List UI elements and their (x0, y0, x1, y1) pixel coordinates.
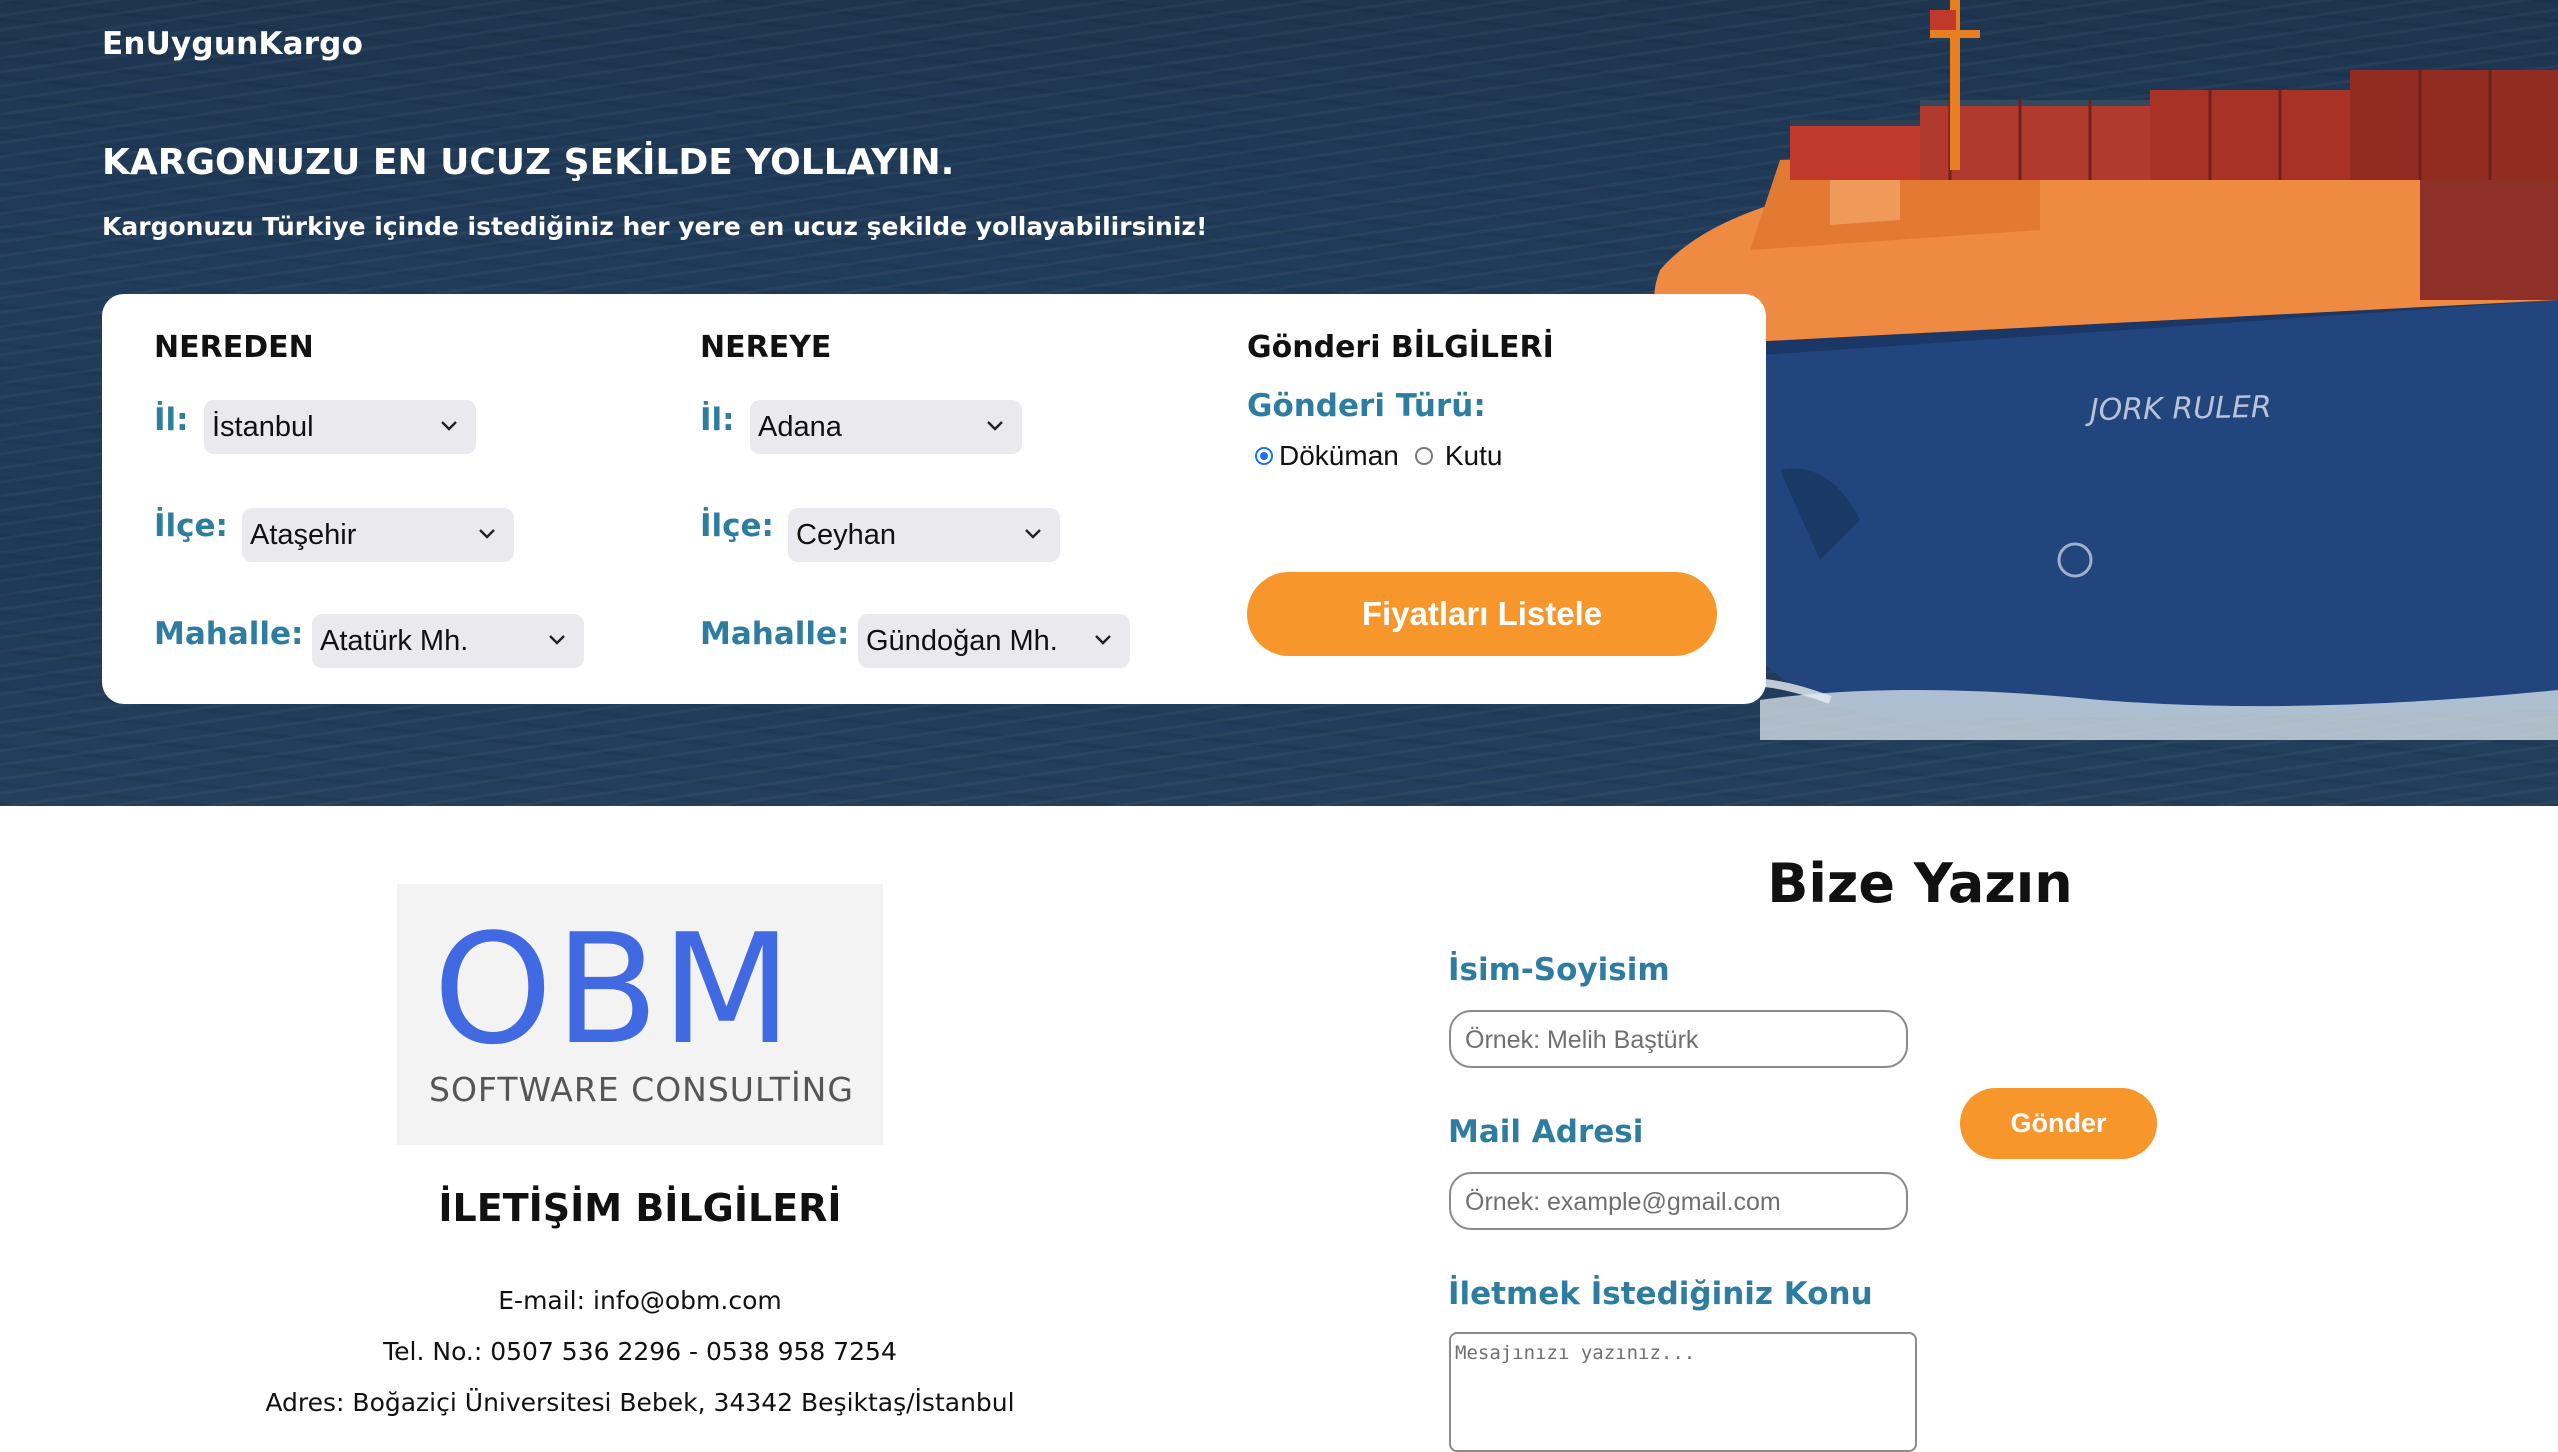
contact-title: İLETİŞİM BİLGİLERİ (438, 1186, 842, 1230)
contact-phone: Tel. No.: 0507 536 2296 - 0538 958 7254 (383, 1337, 897, 1366)
shipment-section: Gönderi BİLGİLERİ Gönderi Türü: Döküman … (1247, 294, 1727, 704)
logo-sub-text: SOFTWARE CONSULTİNG (429, 1070, 854, 1109)
logo-main-text: OBM (433, 901, 795, 1078)
from-mahalle-value: Atatürk Mh. (320, 625, 469, 657)
from-ilce-label: İlçe: (154, 508, 228, 544)
from-il-value: İstanbul (212, 411, 314, 443)
shipment-type-options: Döküman Kutu (1255, 440, 1502, 472)
send-button[interactable]: Gönder (1960, 1088, 2157, 1159)
from-il-label: İl: (154, 402, 189, 438)
chevron-down-icon (441, 421, 457, 431)
brand-logo[interactable]: EnUygunKargo (102, 26, 363, 62)
name-label: İsim-Soyisim (1448, 952, 1670, 988)
from-il-select[interactable]: İstanbul (204, 400, 476, 454)
to-ilce-select[interactable]: Ceyhan (788, 508, 1060, 562)
radio-kutu-label[interactable]: Kutu (1445, 440, 1503, 472)
chevron-down-icon (479, 529, 495, 539)
radio-dokuman-label[interactable]: Döküman (1279, 440, 1399, 472)
to-mahalle-label: Mahalle: (700, 616, 850, 652)
hero-subtitle: Kargonuzu Türkiye içinde istediğiniz her… (102, 212, 1208, 241)
to-il-label: İl: (700, 402, 735, 438)
to-il-value: Adana (758, 411, 842, 443)
from-ilce-select[interactable]: Ataşehir (242, 508, 514, 562)
company-logo: OBM SOFTWARE CONSULTİNG (397, 884, 883, 1145)
mail-label: Mail Adresi (1448, 1114, 1644, 1150)
mail-input[interactable]: Örnek: example@gmail.com (1449, 1172, 1908, 1230)
chevron-down-icon (1025, 529, 1041, 539)
from-ilce-value: Ataşehir (250, 519, 357, 551)
to-heading: NEREYE (700, 330, 832, 365)
ship-name-text: JORK RULER (2085, 390, 2272, 428)
shipping-search-card: NEREDEN İl: İstanbul İlçe: Ataşehir Maha… (102, 294, 1766, 704)
message-textarea[interactable]: Mesajınızı yazınız... (1449, 1332, 1917, 1452)
from-section: NEREDEN İl: İstanbul İlçe: Ataşehir Maha… (154, 294, 634, 704)
contact-email: E-mail: info@obm.com (498, 1286, 782, 1315)
name-input[interactable]: Örnek: Melih Baştürk (1449, 1010, 1908, 1068)
shipment-type-label: Gönderi Türü: (1247, 388, 1486, 424)
contact-address: Adres: Boğaziçi Üniversitesi Bebek, 3434… (265, 1388, 1015, 1417)
shipment-heading: Gönderi BİLGİLERİ (1247, 330, 1554, 365)
hero-title: KARGONUZU EN UCUZ ŞEKİLDE YOLLAYIN. (102, 142, 955, 183)
form-title: Bize Yazın (1767, 852, 2073, 915)
chevron-down-icon (987, 421, 1003, 431)
to-mahalle-value: Gündoğan Mh. (866, 625, 1058, 657)
list-prices-button[interactable]: Fiyatları Listele (1247, 572, 1717, 656)
to-ilce-value: Ceyhan (796, 519, 896, 551)
to-ilce-label: İlçe: (700, 508, 774, 544)
from-mahalle-label: Mahalle: (154, 616, 304, 652)
radio-dokuman[interactable] (1255, 447, 1273, 465)
to-il-select[interactable]: Adana (750, 400, 1022, 454)
to-section: NEREYE İl: Adana İlçe: Ceyhan Mahalle: G… (700, 294, 1180, 704)
from-mahalle-select[interactable]: Atatürk Mh. (312, 614, 584, 668)
chevron-down-icon (1095, 635, 1111, 645)
to-mahalle-select[interactable]: Gündoğan Mh. (858, 614, 1130, 668)
hero-banner: JORK RULER EnUygunKargo KARGONUZU EN UCU… (0, 0, 2558, 806)
chevron-down-icon (549, 635, 565, 645)
from-heading: NEREDEN (154, 330, 314, 365)
radio-kutu[interactable] (1414, 447, 1433, 465)
subject-label: İletmek İstediğiniz Konu (1448, 1276, 1873, 1312)
